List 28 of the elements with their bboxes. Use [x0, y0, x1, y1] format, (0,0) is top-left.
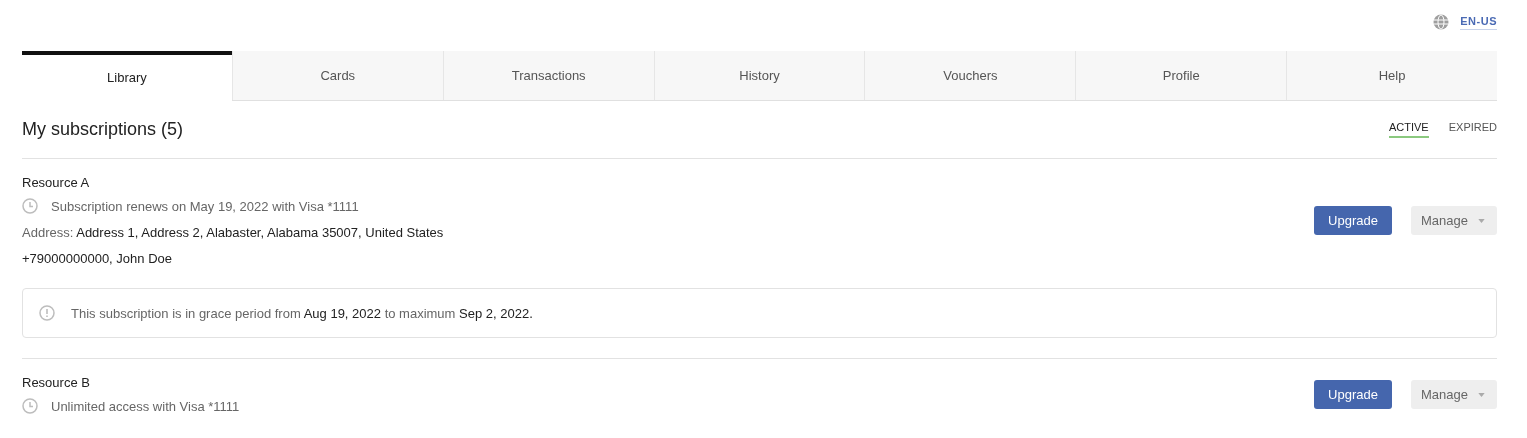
tab[interactable]: Cards — [231, 51, 443, 100]
upgrade-button[interactable]: Upgrade — [1314, 380, 1392, 409]
resource-name: Resource B — [22, 375, 91, 390]
tab[interactable]: Transactions — [442, 51, 654, 100]
caret-icon — [1478, 392, 1485, 397]
tab[interactable]: Profile — [1075, 51, 1287, 100]
status-text: Subscription renews on May 19, 2022 with Visa *1111 — [51, 198, 359, 214]
clock-icon — [22, 398, 38, 414]
filter-tab[interactable]: ACTIVE — [1388, 121, 1429, 138]
address-text: Address: Address 1, Address 2, Alabaster, Alabama 35007, United States — [22, 225, 444, 240]
manage-dropdown[interactable]: Manage — [1411, 206, 1497, 235]
tab[interactable]: Library — [22, 51, 232, 101]
clock-icon — [22, 198, 38, 214]
alert-icon — [39, 305, 55, 321]
notice-text: This subscription is in grace period from Aug 19, 2022 to maximum Sep 2, 2022. — [71, 305, 533, 321]
page-title: My subscriptions (5) — [22, 119, 184, 140]
caret-icon — [1478, 218, 1485, 223]
manage-dropdown[interactable]: Manage — [1411, 380, 1497, 409]
tab[interactable]: Vouchers — [864, 51, 1076, 100]
status-text: Unlimited access with Visa *1111 — [51, 398, 240, 414]
contact-text: +79000000000, John Doe — [22, 251, 173, 266]
resource-name: Resource A — [22, 175, 91, 190]
globe-icon — [1433, 14, 1450, 30]
filter-tab[interactable]: EXPIRED — [1448, 121, 1497, 138]
tab[interactable]: History — [653, 51, 865, 100]
upgrade-button[interactable]: Upgrade — [1314, 206, 1392, 235]
tab[interactable]: Help — [1286, 51, 1497, 100]
language-link[interactable]: EN-US — [1460, 14, 1497, 30]
